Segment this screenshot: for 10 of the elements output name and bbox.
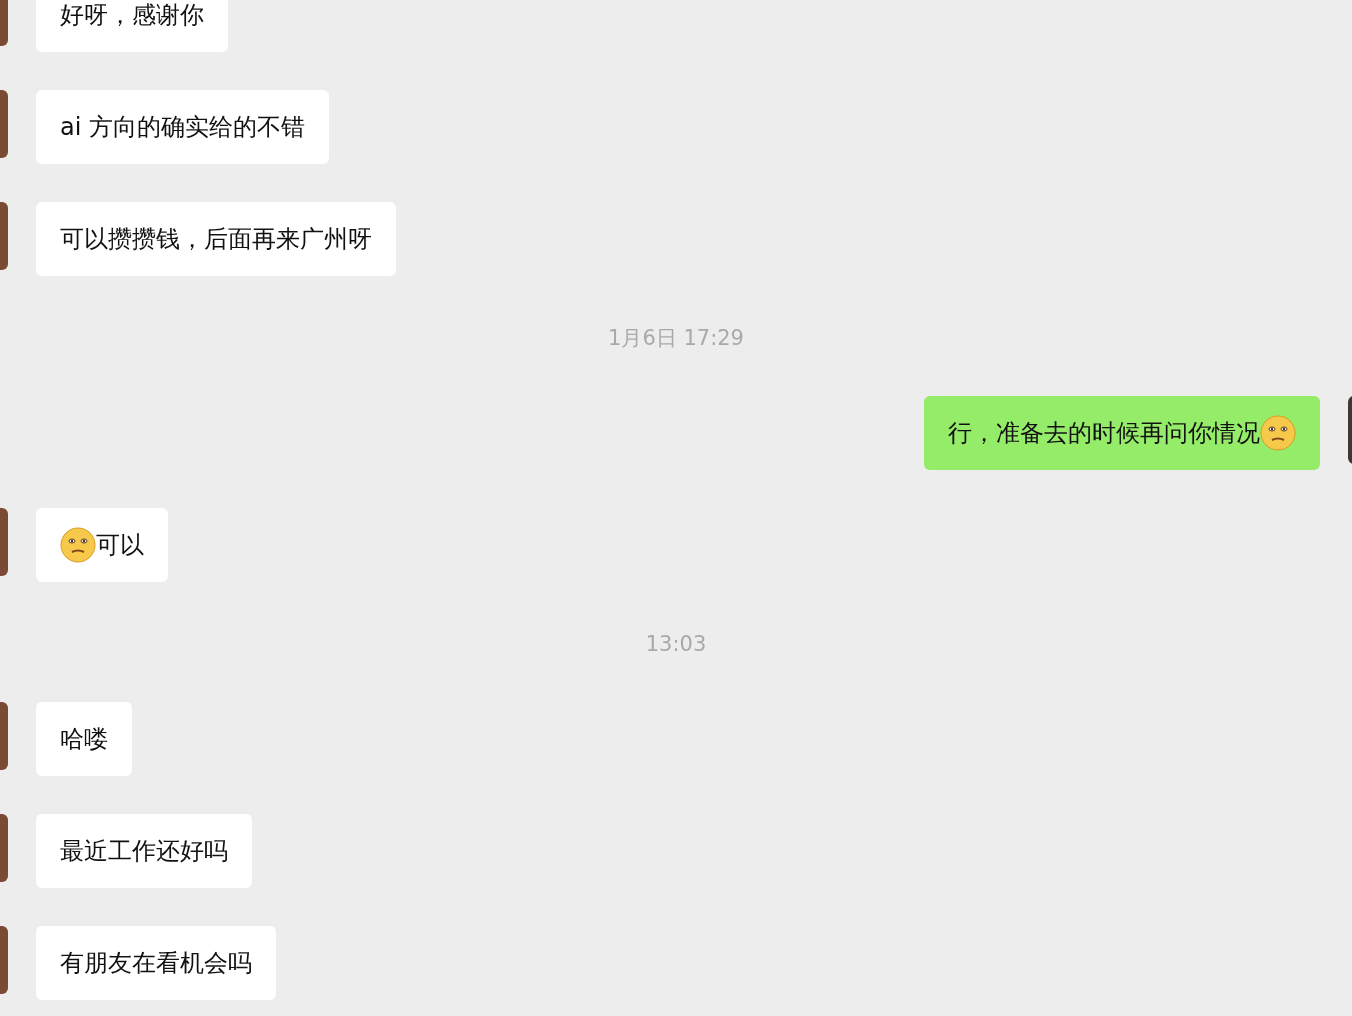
message-text: ai 方向的确实给的不错 (60, 112, 305, 143)
message-text: 行，准备去的时候再问你情况 (948, 418, 1260, 449)
message-text: 有朋友在看机会吗 (60, 948, 252, 979)
timestamp: 13:03 (644, 631, 708, 658)
message-text: 最近工作还好吗 (60, 836, 228, 867)
timestamp: 1月6日 17:29 (607, 325, 745, 352)
message-text: 哈喽 (60, 724, 108, 755)
message-text: 可以攒攒钱，后面再来广州呀 (60, 224, 372, 255)
message-text: 可以 (96, 530, 144, 561)
message-text: 好呀，感谢你 (60, 0, 204, 31)
